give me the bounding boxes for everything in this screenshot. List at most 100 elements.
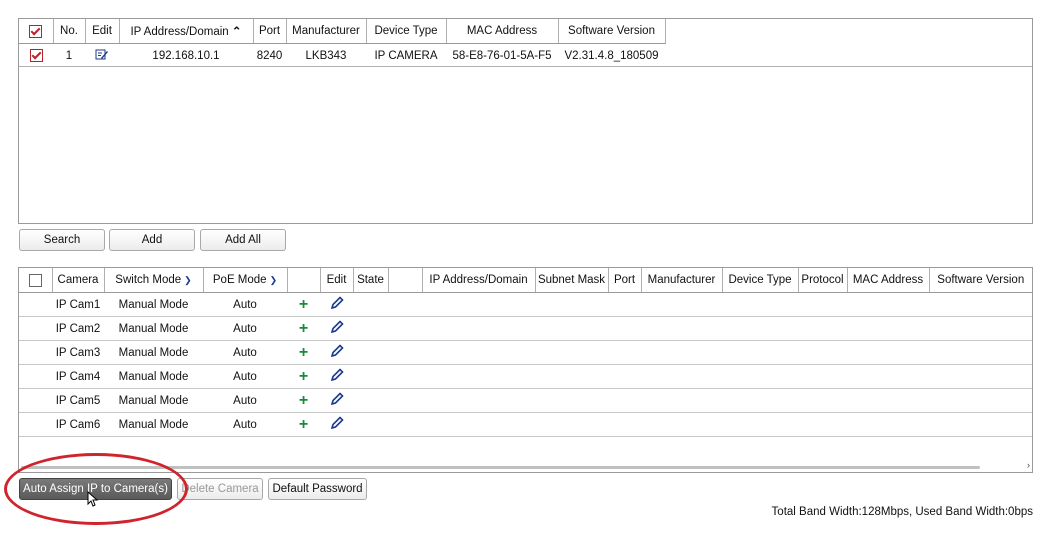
add-icon[interactable]: + bbox=[299, 320, 308, 337]
row-checkbox-cell[interactable] bbox=[19, 44, 53, 68]
add-all-button[interactable]: Add All bbox=[200, 229, 286, 251]
row-protocol bbox=[798, 340, 847, 365]
row-blank bbox=[388, 412, 422, 437]
col-software-version[interactable]: Software Version bbox=[929, 268, 1032, 293]
horizontal-scrollbar[interactable]: › bbox=[21, 460, 1030, 470]
col-subnet-mask[interactable]: Subnet Mask bbox=[535, 268, 609, 293]
row-software bbox=[929, 412, 1032, 437]
row-poe-mode: Auto bbox=[203, 340, 287, 365]
row-ip bbox=[422, 364, 535, 389]
table-row[interactable]: IP Cam1 Manual Mode Auto + bbox=[19, 292, 1032, 317]
col-camera[interactable]: Camera bbox=[52, 268, 105, 293]
add-icon[interactable]: + bbox=[299, 368, 308, 385]
row-add[interactable]: + bbox=[287, 340, 320, 365]
col-poe-mode[interactable]: PoE Mode ❯ bbox=[203, 268, 288, 293]
pencil-icon[interactable] bbox=[330, 296, 344, 313]
camera-select-all-header[interactable] bbox=[19, 268, 53, 293]
chevron-down-icon[interactable]: ❯ bbox=[270, 275, 278, 285]
row-switch-mode: Manual Mode bbox=[104, 364, 203, 389]
table-row[interactable]: 1 192.168.10.1 8240 LKB343 IP CAMERA 58-… bbox=[19, 44, 665, 68]
col-protocol[interactable]: Protocol bbox=[798, 268, 848, 293]
row-edit[interactable] bbox=[320, 364, 353, 389]
col-device-type[interactable]: Device Type bbox=[722, 268, 799, 293]
chevron-down-icon[interactable]: ❯ bbox=[184, 275, 192, 285]
col-port[interactable]: Port bbox=[608, 268, 642, 293]
row-switch-mode: Manual Mode bbox=[104, 340, 203, 365]
col-manufacturer[interactable]: Manufacturer bbox=[286, 19, 367, 44]
col-state[interactable]: State bbox=[353, 268, 389, 293]
row-device-type bbox=[722, 412, 798, 437]
row-add[interactable]: + bbox=[287, 364, 320, 389]
pencil-icon[interactable] bbox=[330, 320, 344, 337]
scrollbar-thumb[interactable] bbox=[21, 466, 980, 469]
default-password-button[interactable]: Default Password bbox=[268, 478, 367, 500]
add-icon[interactable]: + bbox=[299, 392, 308, 409]
row-mac bbox=[847, 292, 929, 317]
col-mac-address[interactable]: MAC Address bbox=[446, 19, 559, 44]
col-manufacturer[interactable]: Manufacturer bbox=[641, 268, 723, 293]
col-mac-address[interactable]: MAC Address bbox=[847, 268, 930, 293]
pencil-icon[interactable] bbox=[330, 392, 344, 409]
table-row[interactable]: IP Cam4 Manual Mode Auto + bbox=[19, 364, 1032, 389]
row-poe-mode: Auto bbox=[203, 364, 287, 389]
pencil-icon[interactable] bbox=[330, 416, 344, 433]
col-ip-address[interactable]: IP Address/Domain bbox=[422, 268, 536, 293]
col-ip-address-label: IP Address/Domain bbox=[130, 26, 229, 38]
row-add[interactable]: + bbox=[287, 316, 320, 341]
row-mac bbox=[847, 388, 929, 413]
select-all-header[interactable] bbox=[19, 19, 54, 44]
row-poe-mode: Auto bbox=[203, 292, 287, 317]
col-edit[interactable]: Edit bbox=[320, 268, 354, 293]
delete-camera-button[interactable]: Delete Camera bbox=[177, 478, 263, 500]
col-port[interactable]: Port bbox=[253, 19, 287, 44]
row-state bbox=[353, 340, 388, 365]
col-software-version[interactable]: Software Version bbox=[558, 19, 666, 44]
row-subnet bbox=[535, 364, 608, 389]
search-button[interactable]: Search bbox=[19, 229, 105, 251]
row-checkbox-cell bbox=[19, 316, 52, 341]
col-ip-address[interactable]: IP Address/Domain ⌃ bbox=[119, 19, 254, 44]
col-no[interactable]: No. bbox=[53, 19, 86, 44]
row-edit[interactable] bbox=[320, 388, 353, 413]
row-port bbox=[608, 292, 641, 317]
table-row[interactable]: IP Cam2 Manual Mode Auto + bbox=[19, 316, 1032, 341]
row-edit[interactable] bbox=[320, 340, 353, 365]
device-search-panel: No. Edit IP Address/Domain ⌃ Port Manufa… bbox=[18, 18, 1033, 224]
row-checkbox[interactable] bbox=[29, 49, 43, 62]
table-row[interactable]: IP Cam6 Manual Mode Auto + bbox=[19, 412, 1032, 437]
col-edit[interactable]: Edit bbox=[85, 19, 120, 44]
add-icon[interactable]: + bbox=[299, 344, 308, 361]
row-subnet bbox=[535, 388, 608, 413]
edit-icon[interactable] bbox=[95, 48, 109, 64]
row-port: 8240 bbox=[256, 49, 283, 62]
table-row[interactable]: IP Cam5 Manual Mode Auto + bbox=[19, 388, 1032, 413]
row-add[interactable]: + bbox=[287, 412, 320, 437]
sort-asc-icon[interactable]: ⌃ bbox=[232, 26, 242, 38]
device-search-table: No. Edit IP Address/Domain ⌃ Port Manufa… bbox=[19, 19, 666, 67]
row-edit[interactable] bbox=[320, 292, 353, 317]
pencil-icon[interactable] bbox=[330, 344, 344, 361]
add-button[interactable]: Add bbox=[109, 229, 195, 251]
row-ip bbox=[422, 292, 535, 317]
row-manufacturer bbox=[641, 388, 722, 413]
table-row[interactable]: IP Cam3 Manual Mode Auto + bbox=[19, 340, 1032, 365]
pencil-icon[interactable] bbox=[330, 368, 344, 385]
add-icon[interactable]: + bbox=[299, 296, 308, 313]
camera-list-panel: Camera Switch Mode ❯ PoE Mode ❯ Edit State… bbox=[18, 267, 1033, 473]
row-add[interactable]: + bbox=[287, 292, 320, 317]
add-icon[interactable]: + bbox=[299, 416, 308, 433]
row-add[interactable]: + bbox=[287, 388, 320, 413]
scroll-right-icon[interactable]: › bbox=[1027, 460, 1030, 470]
row-edit[interactable] bbox=[320, 316, 353, 341]
row-software bbox=[929, 340, 1032, 365]
row-edit[interactable] bbox=[85, 44, 119, 68]
row-edit[interactable] bbox=[320, 412, 353, 437]
col-device-type[interactable]: Device Type bbox=[366, 19, 447, 44]
row-protocol bbox=[798, 292, 847, 317]
col-switch-mode[interactable]: Switch Mode ❯ bbox=[104, 268, 204, 293]
row-state bbox=[353, 388, 388, 413]
camera-select-all-checkbox[interactable] bbox=[28, 273, 42, 287]
row-poe-mode: Auto bbox=[203, 412, 287, 437]
select-all-checkbox[interactable] bbox=[29, 24, 43, 38]
mouse-cursor-icon bbox=[87, 490, 99, 510]
